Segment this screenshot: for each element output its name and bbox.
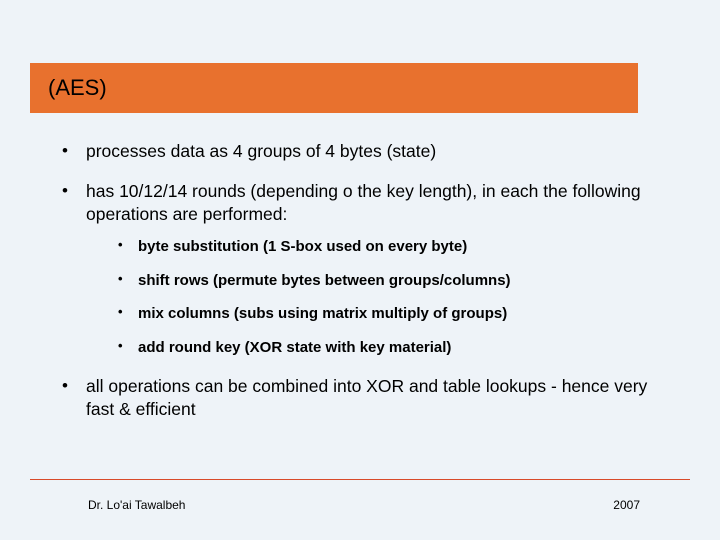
sub-bullet-item: byte substitution (1 S-box used on every… — [86, 237, 680, 257]
footer-year: 2007 — [613, 498, 640, 512]
bullet-item: has 10/12/14 rounds (depending o the key… — [50, 180, 680, 357]
slide: (AES) processes data as 4 groups of 4 by… — [0, 0, 720, 540]
footer-divider — [30, 479, 690, 480]
sub-bullet-item: mix columns (subs using matrix multiply … — [86, 304, 680, 324]
footer-author: Dr. Lo'ai Tawalbeh — [88, 498, 185, 512]
content-area: processes data as 4 groups of 4 bytes (s… — [50, 140, 680, 438]
sub-bullet-item: shift rows (permute bytes between groups… — [86, 271, 680, 291]
footer: Dr. Lo'ai Tawalbeh 2007 — [30, 498, 690, 512]
sub-bullet-item: add round key (XOR state with key materi… — [86, 338, 680, 358]
bullet-item: all operations can be combined into XOR … — [50, 375, 680, 420]
slide-title: (AES) — [48, 75, 107, 101]
bullet-item: processes data as 4 groups of 4 bytes (s… — [50, 140, 680, 162]
title-bar: (AES) — [30, 63, 638, 113]
bullet-list: processes data as 4 groups of 4 bytes (s… — [50, 140, 680, 420]
bullet-text: has 10/12/14 rounds (depending o the key… — [86, 181, 641, 223]
sub-bullet-list: byte substitution (1 S-box used on every… — [86, 237, 680, 357]
